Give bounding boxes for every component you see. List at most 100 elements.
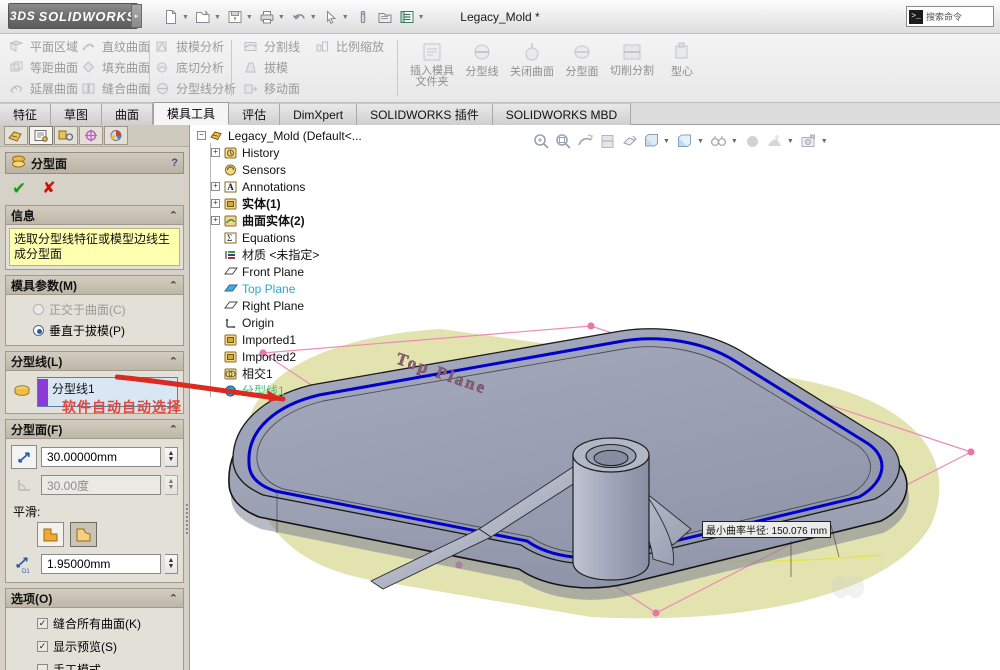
tab-sketch[interactable]: 草图	[51, 103, 102, 125]
expand-toggle-icon[interactable]: +	[211, 148, 220, 157]
rounded-smooth-button[interactable]	[70, 522, 97, 547]
parting-surface-header[interactable]: 分型面(F) ⌃	[6, 420, 183, 439]
ribbon-button-tooling-split[interactable]: 切削分割	[608, 38, 656, 100]
tab-evaluate[interactable]: 评估	[229, 103, 280, 125]
zoom-to-fit-icon[interactable]	[531, 131, 551, 151]
ribbon-button-shutoff-surface[interactable]: 关闭曲面	[508, 38, 556, 100]
chevron-down-icon[interactable]: ▼	[182, 14, 189, 21]
parting-line-header[interactable]: 分型线(L) ⌃	[6, 352, 183, 371]
ribbon-button-ruled-surface[interactable]: 延展曲面	[6, 78, 76, 99]
chevron-down-icon[interactable]: ▼	[310, 14, 317, 21]
qat-options[interactable]: ▼	[396, 4, 428, 30]
ribbon-button-ruled-surface-2[interactable]: 直纹曲面	[78, 36, 150, 57]
distance-input[interactable]: 30.00000mm	[41, 447, 161, 467]
chevron-down-icon[interactable]: ▼	[278, 14, 285, 21]
tree-item-imported2[interactable]: Imported2	[197, 348, 457, 365]
menu-expand-arrow[interactable]: ▸	[131, 4, 142, 28]
chevron-down-icon[interactable]: ▼	[821, 138, 828, 145]
ribbon-button-parting-line-analysis[interactable]: 分型线分析	[152, 78, 232, 99]
qat-rebuild[interactable]	[352, 4, 374, 30]
tab-mold-tools[interactable]: 模具工具	[153, 102, 229, 125]
tab-solidworks-addins[interactable]: SOLIDWORKS 插件	[357, 103, 493, 125]
qat-print[interactable]: ▼	[256, 4, 288, 30]
chevron-down-icon[interactable]: ▼	[787, 138, 794, 145]
tree-item-imported1[interactable]: Imported1	[197, 331, 457, 348]
radio-normal-to-surface[interactable]: 正交于曲面(C)	[11, 299, 178, 320]
ribbon-button-filled-surface[interactable]: 填充曲面	[78, 57, 150, 78]
section-view-icon[interactable]	[597, 131, 617, 151]
radio-perpendicular-to-pull[interactable]: 垂直于拔模(P)	[11, 320, 178, 341]
qat-select[interactable]: ▼	[320, 4, 352, 30]
tree-item-surface-bodies[interactable]: + 曲面实体(2)	[197, 212, 457, 229]
chevron-down-icon[interactable]: ▼	[697, 138, 704, 145]
tab-solidworks-mbd[interactable]: SOLIDWORKS MBD	[493, 103, 631, 125]
tab-dimxpert[interactable]: DimXpert	[280, 103, 357, 125]
mold-parameters-header[interactable]: 模具参数(M) ⌃	[6, 276, 183, 295]
apply-scene-icon[interactable]	[743, 131, 763, 151]
view-orientation-icon[interactable]	[619, 131, 639, 151]
previous-view-icon[interactable]	[575, 131, 595, 151]
checkbox-knit-all-surfaces[interactable]: ✓ 缝合所有曲面(K)	[11, 612, 178, 635]
collapse-toggle-icon[interactable]: −	[197, 131, 206, 140]
dimxpert-manager-tab[interactable]	[79, 126, 103, 145]
boss-cylinder[interactable]	[573, 455, 649, 580]
tree-item-material[interactable]: 材质 <未指定>	[197, 246, 457, 263]
graphics-viewport[interactable]: Top Plane	[191, 125, 1000, 670]
chevron-down-icon[interactable]: ▼	[731, 138, 738, 145]
chevron-up-icon[interactable]: ⌃	[169, 592, 178, 605]
cancel-button[interactable]: ✘	[42, 181, 55, 197]
selected-parting-line[interactable]: 分型线1	[48, 379, 99, 398]
tree-item-sensors[interactable]: Sensors	[197, 161, 457, 178]
d1-input[interactable]: 1.95000mm	[41, 554, 161, 574]
boss-hole-inner[interactable]	[594, 450, 628, 465]
options-header[interactable]: 选项(O) ⌃	[6, 589, 183, 608]
message-section-header[interactable]: 信息 ⌃	[6, 206, 183, 225]
tree-item-solid-bodies[interactable]: + 实体(1)	[197, 195, 457, 212]
display-manager-tab[interactable]	[104, 126, 128, 145]
ribbon-button-core[interactable]: 型心	[658, 38, 706, 100]
ribbon-button-draft-analysis[interactable]: 拔模分析	[152, 36, 232, 57]
solidworks-logo[interactable]: 3DS SOLIDWORKS	[8, 3, 138, 29]
property-manager-tab[interactable]	[29, 126, 53, 145]
feature-manager-tab[interactable]	[4, 126, 28, 145]
sharp-smooth-button[interactable]	[37, 522, 64, 547]
help-icon[interactable]: ?	[171, 157, 178, 169]
checkbox-manual-mode[interactable]: 手工模式	[11, 658, 178, 670]
feature-manager-tree[interactable]: − Legacy_Mold (Default<... + History Sen…	[197, 127, 457, 399]
chevron-up-icon[interactable]: ⌃	[169, 279, 178, 292]
ribbon-button-draft[interactable]: 拔模	[240, 57, 308, 78]
expand-toggle-icon[interactable]: +	[211, 182, 220, 191]
ribbon-button-planar-surface[interactable]: 平面区域	[6, 36, 76, 57]
chevron-down-icon[interactable]: ▼	[214, 14, 221, 21]
checkbox-show-preview[interactable]: ✓ 显示预览(S)	[11, 635, 178, 658]
tree-item-right-plane[interactable]: Right Plane	[197, 297, 457, 314]
tree-item-annotations[interactable]: + A Annotations	[197, 178, 457, 195]
chevron-up-icon[interactable]: ⌃	[169, 355, 178, 368]
d1-stepper[interactable]: ▲▼	[165, 554, 178, 574]
chevron-up-icon[interactable]: ⌃	[169, 209, 178, 222]
edit-appearance-icon[interactable]	[709, 131, 729, 151]
ribbon-button-offset-surface[interactable]: 等距曲面	[6, 57, 76, 78]
tree-item-origin[interactable]: Origin	[197, 314, 457, 331]
expand-toggle-icon[interactable]: +	[211, 199, 220, 208]
ribbon-button-parting-line[interactable]: 分型线	[458, 38, 506, 100]
chevron-down-icon[interactable]: ▼	[342, 14, 349, 21]
tab-features[interactable]: 特征	[0, 103, 51, 125]
chevron-down-icon[interactable]: ▼	[246, 14, 253, 21]
ribbon-button-insert-mold-folder[interactable]: 插入模具文件夹	[408, 38, 456, 100]
tree-item-front-plane[interactable]: Front Plane	[197, 263, 457, 280]
ribbon-button-move-face[interactable]: 移动面	[240, 78, 308, 99]
hide-show-items-icon[interactable]	[675, 131, 695, 151]
tree-item-top-plane[interactable]: Top Plane	[197, 280, 457, 297]
qat-undo[interactable]: ▼	[288, 4, 320, 30]
chevron-up-icon[interactable]: ⌃	[169, 423, 178, 436]
ribbon-button-knit-surface[interactable]: 缝合曲面	[78, 78, 150, 99]
tree-item-history[interactable]: + History	[197, 144, 457, 161]
chevron-down-icon[interactable]: ▼	[663, 138, 670, 145]
configuration-manager-tab[interactable]	[54, 126, 78, 145]
qat-save[interactable]: ▼	[224, 4, 256, 30]
capture-image-icon[interactable]	[799, 131, 819, 151]
expand-toggle-icon[interactable]: +	[211, 216, 220, 225]
search-command-box[interactable]: >_ 搜索命令	[906, 6, 994, 27]
ribbon-button-parting-surface[interactable]: 分型面	[558, 38, 606, 100]
